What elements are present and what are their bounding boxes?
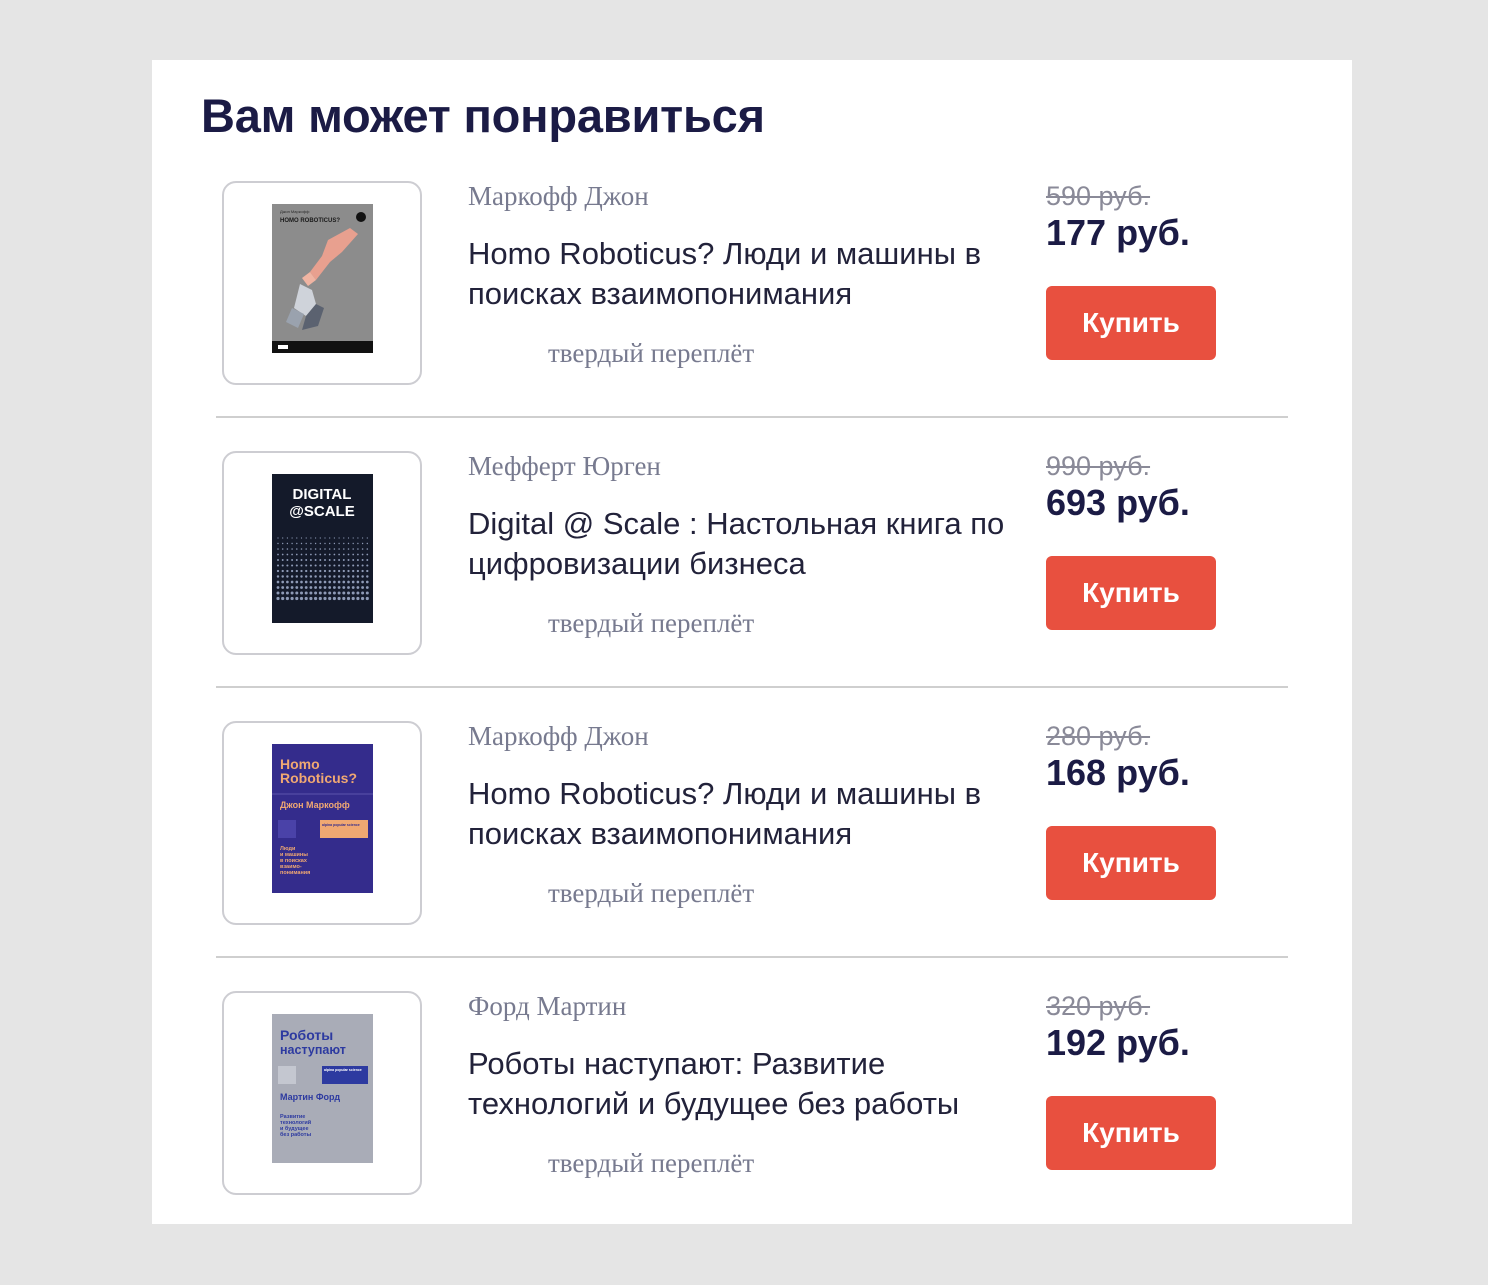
book-cover-image: Роботы наступают alpina popular science … (272, 1014, 373, 1163)
buy-button[interactable]: Купить (1046, 1096, 1216, 1170)
book-title[interactable]: Homo Roboticus? Люди и машины в поисках … (468, 774, 1028, 854)
cover-subtitle-line: технологий (280, 1119, 311, 1126)
old-price: 280 руб. (1046, 721, 1151, 751)
cover-subtitle-line: без работы (280, 1131, 311, 1138)
old-price: 320 руб. (1046, 991, 1151, 1021)
old-price: 590 руб. (1046, 181, 1151, 211)
cover-author: Джон Маркофф (280, 800, 350, 810)
book-title[interactable]: Digital @ Scale : Настольная книга по ци… (468, 504, 1028, 584)
cover-title-line1: Роботы (280, 1027, 333, 1043)
list-item: Роботы наступают alpina popular science … (152, 870, 1352, 1195)
list-item: DIGITAL @SCALE Мефферт Юрген Digital @ S… (152, 330, 1352, 688)
cover-series: alpina popular science (324, 1068, 362, 1072)
cover-title-line2: @SCALE (289, 503, 354, 520)
cover-title-line2: наступают (280, 1043, 346, 1057)
price: 693 руб. (1046, 482, 1190, 523)
book-author: Маркофф Джон (468, 721, 649, 751)
book-title[interactable]: Homo Roboticus? Люди и машины в поисках … (468, 234, 1028, 314)
old-price: 990 руб. (1046, 451, 1151, 481)
list-item: Homo Roboticus? Джон Маркофф alpina popu… (152, 600, 1352, 958)
book-cover[interactable]: Роботы наступают alpina popular science … (272, 1014, 373, 1163)
price: 177 руб. (1046, 212, 1190, 253)
price: 168 руб. (1046, 752, 1190, 793)
recommendations-card: Вам может понравиться Джон Маркофф HOMO … (152, 60, 1352, 1224)
cover-series: alpina popular science (322, 823, 360, 827)
list-item: Джон Маркофф HOMO ROBOTICUS? Маркофф Джо… (152, 60, 1352, 418)
cover-title: HOMO ROBOTICUS? (280, 218, 340, 224)
book-cover-frame[interactable]: Роботы наступают alpina popular science … (222, 991, 422, 1195)
cover-author: Джон Маркофф (280, 209, 310, 214)
cover-subtitle-line: и будущее (280, 1125, 309, 1132)
book-title[interactable]: Роботы наступают: Развитие технологий и … (468, 1044, 1028, 1124)
book-author: Мефферт Юрген (468, 451, 661, 481)
cover-title-line2: Roboticus? (280, 770, 357, 786)
price: 192 руб. (1046, 1022, 1190, 1063)
book-author: Маркофф Джон (468, 181, 649, 211)
book-binding: твердый переплёт (548, 1148, 755, 1178)
book-author: Форд Мартин (468, 991, 627, 1021)
cover-author: Мартин Форд (280, 1092, 340, 1102)
cover-title-line1: DIGITAL (293, 486, 352, 503)
